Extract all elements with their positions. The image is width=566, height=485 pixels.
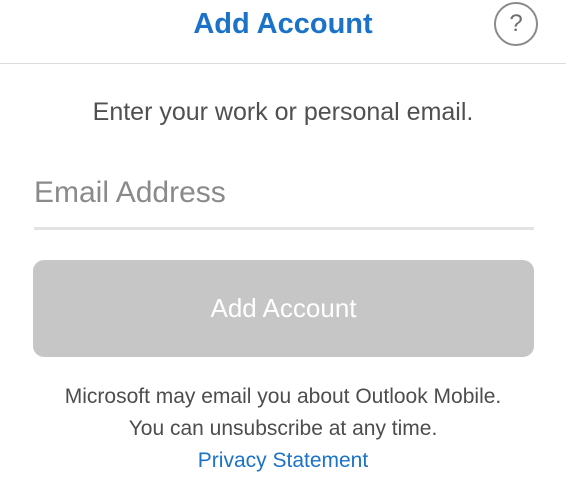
page-title: Add Account xyxy=(193,8,373,40)
privacy-statement-link[interactable]: Privacy Statement xyxy=(0,445,566,477)
email-field[interactable] xyxy=(34,160,534,226)
header-bar: Add Account ? xyxy=(0,0,566,64)
disclaimer-line-2: You can unsubscribe at any time. xyxy=(128,417,438,440)
instruction-text: Enter your work or personal email. xyxy=(92,98,474,126)
email-underline xyxy=(34,227,534,230)
disclaimer-line-1: Microsoft may email you about Outlook Mo… xyxy=(64,385,502,408)
help-icon[interactable]: ? xyxy=(494,2,538,46)
add-account-button[interactable]: Add Account xyxy=(33,260,534,357)
disclaimer: Microsoft may email you about Outlook Mo… xyxy=(0,381,566,445)
